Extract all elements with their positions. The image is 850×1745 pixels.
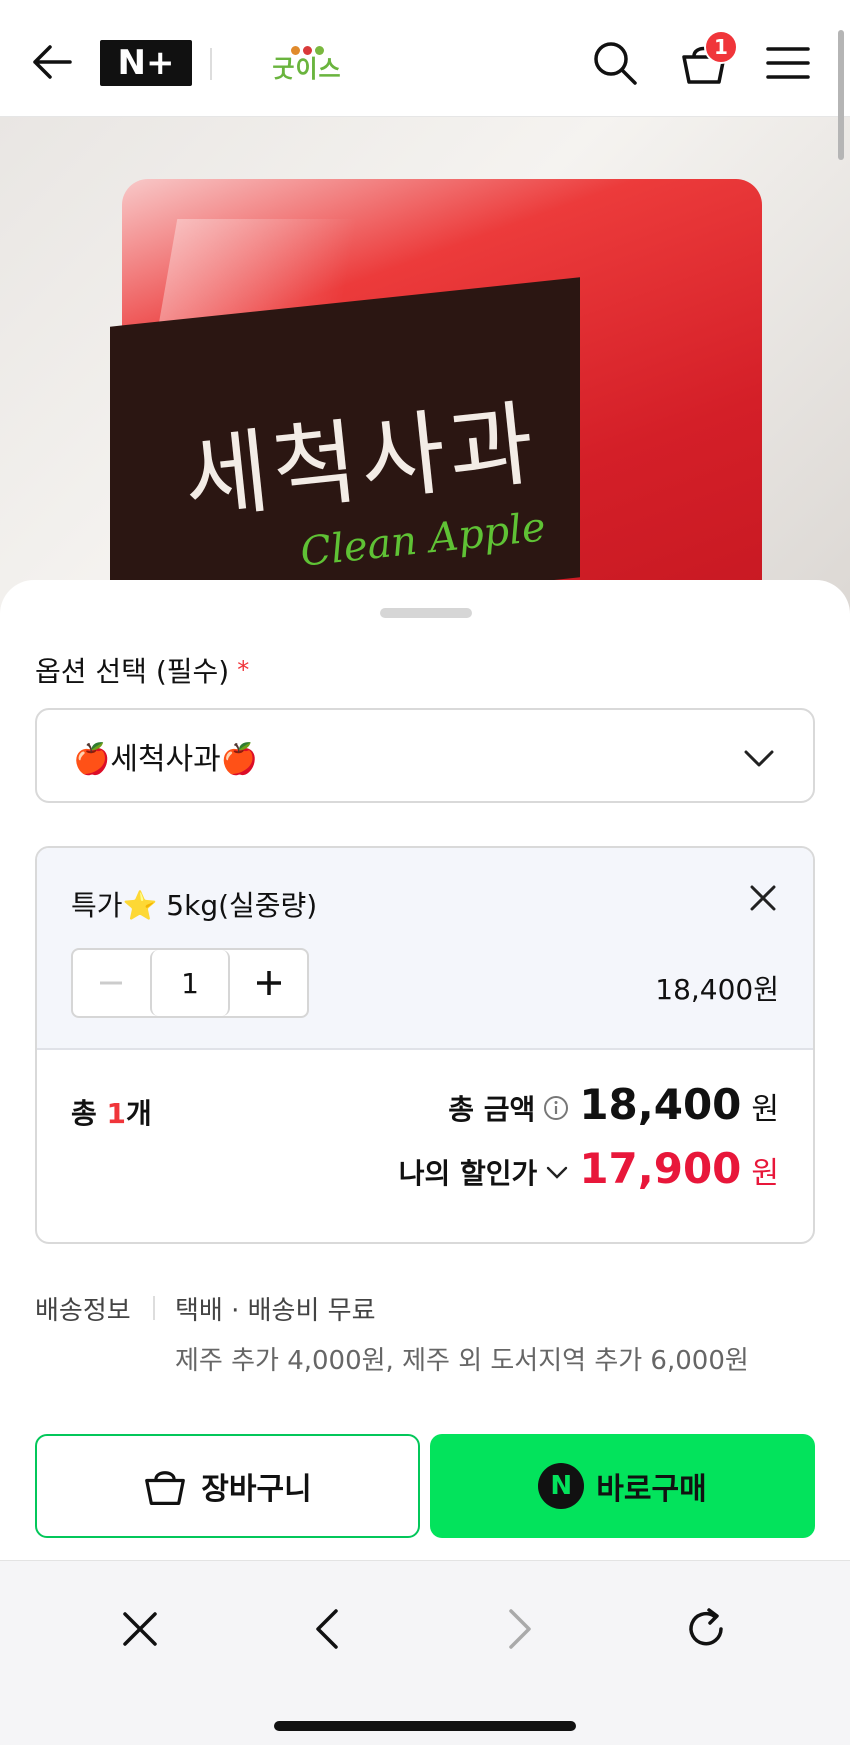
menu-button[interactable] — [764, 40, 812, 86]
buy-now-button[interactable]: N 바로구매 — [430, 1434, 815, 1538]
selected-option-card: 특가⭐ 5kg(실중량) 1 18,400원 총 1개 총 금액 18,400 … — [35, 846, 815, 1244]
total-amount: 총 금액 18,400 원 — [448, 1080, 779, 1129]
app-header: N+ 굿이스 1 — [0, 0, 850, 117]
discount-price[interactable]: 나의 할인가 17,900 원 — [399, 1144, 779, 1193]
chevron-down-icon — [744, 750, 774, 767]
discount-label-group: 나의 할인가 — [399, 1152, 570, 1192]
search-icon — [594, 42, 637, 85]
product-image: 세척사과 Clean Apple — [0, 117, 850, 617]
option-item-name: 특가⭐ 5kg(실중량) — [71, 889, 318, 922]
close-icon — [123, 1612, 157, 1646]
page-scrollbar[interactable] — [838, 30, 844, 160]
reload-button[interactable] — [676, 1599, 736, 1659]
info-icon[interactable] — [543, 1095, 569, 1121]
browser-toolbar — [0, 1560, 850, 1745]
option-label-text: 옵션 선택 (필수) — [35, 655, 230, 688]
browser-forward-button[interactable] — [490, 1599, 550, 1659]
total-count-number: 1 — [106, 1097, 126, 1130]
hamburger-menu-icon — [766, 47, 810, 79]
purchase-sheet: 옵션 선택 (필수) * 🍎세척사과🍎 특가⭐ 5kg(실중량) 1 18,40… — [0, 580, 850, 1560]
quantity-stepper: 1 — [71, 948, 309, 1018]
total-amount-label: 총 금액 — [448, 1093, 536, 1126]
cart-button[interactable]: 1 — [676, 30, 738, 90]
plus-icon — [256, 971, 281, 995]
reload-icon — [689, 1608, 723, 1646]
increase-button[interactable] — [230, 950, 307, 1016]
brand-logo[interactable]: 굿이스 — [262, 38, 352, 88]
search-button[interactable] — [590, 38, 640, 88]
sheet-handle[interactable] — [380, 608, 472, 618]
close-icon — [750, 885, 776, 911]
header-divider — [210, 48, 212, 80]
shipping-note: 제주 추가 4,000원, 제주 외 도서지역 추가 6,000원 — [175, 1346, 749, 1376]
cart-count-badge: 1 — [704, 30, 738, 64]
shipping-divider — [153, 1296, 155, 1320]
total-count: 총 1개 — [71, 1092, 152, 1132]
forward-chevron-icon — [509, 1609, 531, 1649]
decrease-button[interactable] — [73, 950, 150, 1016]
minus-icon — [100, 981, 123, 985]
total-amount-value: 18,400 — [579, 1080, 742, 1129]
home-indicator[interactable] — [274, 1721, 576, 1731]
chevron-down-icon — [547, 1166, 568, 1179]
option-select[interactable]: 🍎세척사과🍎 — [35, 708, 815, 803]
discount-value: 17,900 — [579, 1144, 742, 1193]
nplus-logo-text: N+ — [117, 43, 175, 83]
remove-option-button[interactable] — [743, 878, 783, 918]
total-count-prefix: 총 — [71, 1097, 107, 1130]
total-count-suffix: 개 — [126, 1097, 152, 1130]
option-item: 특가⭐ 5kg(실중량) 1 18,400원 — [37, 848, 813, 1050]
brand-dots — [290, 45, 324, 55]
add-to-cart-label: 장바구니 — [201, 1472, 312, 1507]
shipping-value: 택배 · 배송비 무료 — [175, 1296, 376, 1326]
buy-now-label: 바로구매 — [596, 1472, 707, 1507]
discount-unit: 원 — [751, 1156, 779, 1191]
nplus-logo[interactable]: N+ — [100, 40, 192, 86]
required-mark: * — [237, 656, 250, 684]
add-to-cart-button[interactable]: 장바구니 — [35, 1434, 420, 1538]
discount-label: 나의 할인가 — [398, 1157, 538, 1190]
option-item-price: 18,400원 — [655, 973, 779, 1006]
browser-back-button[interactable] — [297, 1599, 357, 1659]
selected-option-text: 🍎세척사과🍎 — [73, 741, 259, 777]
close-tab-button[interactable] — [110, 1599, 170, 1659]
back-chevron-icon — [316, 1609, 338, 1649]
total-amount-unit: 원 — [751, 1092, 779, 1127]
brand-name: 굿이스 — [272, 54, 342, 83]
option-label: 옵션 선택 (필수) * — [35, 650, 249, 690]
arrow-left-icon — [33, 45, 72, 79]
shipping-label: 배송정보 — [35, 1296, 131, 1326]
naver-pay-icon: N — [538, 1463, 585, 1509]
total-amount-label-group: 총 금액 — [448, 1088, 569, 1128]
basket-icon — [145, 1471, 186, 1505]
quantity-input[interactable]: 1 — [149, 950, 231, 1016]
back-button[interactable] — [28, 38, 76, 86]
